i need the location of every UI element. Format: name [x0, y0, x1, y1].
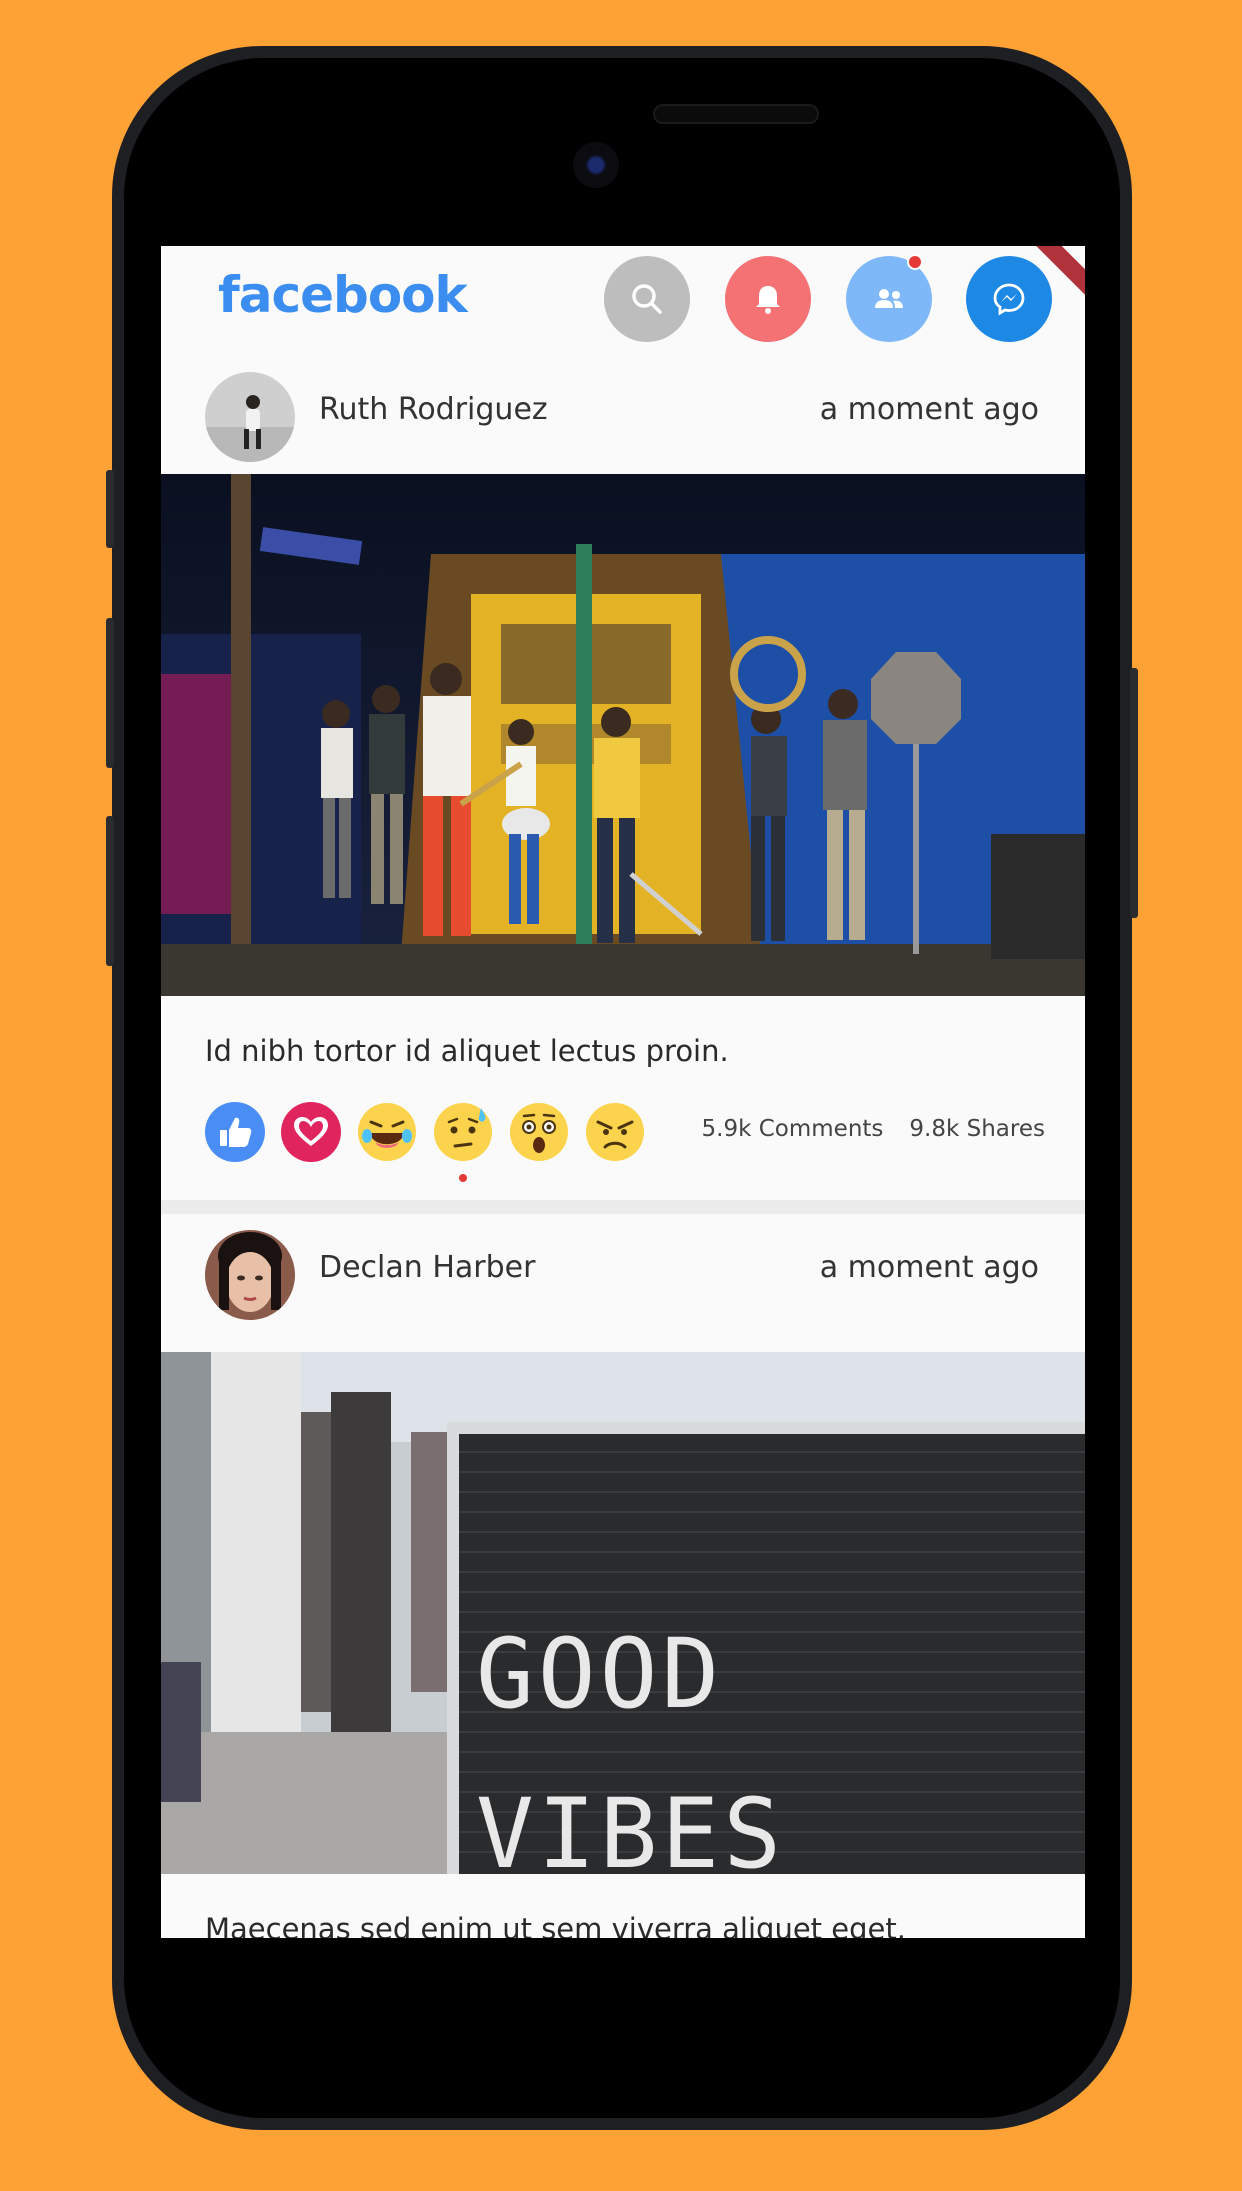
notifications-button[interactable]	[725, 256, 811, 342]
laugh-reaction[interactable]	[357, 1102, 417, 1162]
reactions-bar: 5.9k Comments 9.8k Shares	[205, 1102, 1045, 1182]
post-header: Declan Harber a moment ago	[161, 1214, 1085, 1326]
post-time: a moment ago	[819, 392, 1039, 427]
post-time: a moment ago	[819, 1250, 1039, 1285]
search-button[interactable]	[604, 256, 690, 342]
laugh-icon	[358, 1103, 416, 1161]
messenger-button[interactable]	[966, 256, 1052, 342]
board-text-good: GOOD	[476, 1618, 723, 1730]
post-photo-band[interactable]: GOOD VIBES	[161, 1352, 1085, 1874]
like-reaction[interactable]	[205, 1102, 265, 1162]
volume-up-button	[106, 470, 114, 548]
post-stats: 5.9k Comments 9.8k Shares	[676, 1116, 1045, 1142]
volume-up-button	[106, 618, 114, 768]
love-icon	[281, 1102, 341, 1162]
bell-icon	[756, 286, 780, 314]
facebook-logo: facebook	[218, 266, 468, 324]
comments-count[interactable]: 5.9k Comments	[702, 1116, 884, 1142]
messenger-icon	[993, 283, 1025, 316]
post-author[interactable]: Declan Harber	[319, 1250, 535, 1285]
volume-down-button	[106, 816, 114, 966]
avatar[interactable]	[205, 1230, 295, 1320]
post-header: Ruth Rodriguez a moment ago	[161, 356, 1085, 468]
front-camera	[573, 142, 619, 188]
post-caption: Id nibh tortor id aliquet lectus proin.	[205, 1034, 729, 1068]
app-bar: facebook	[161, 246, 1085, 356]
board-text-vibes: VIBES	[476, 1778, 785, 1874]
friends-button[interactable]	[846, 256, 932, 342]
post-author[interactable]: Ruth Rodriguez	[319, 392, 548, 427]
selected-reaction-indicator	[459, 1174, 467, 1182]
post-caption: Maecenas sed enim ut sem viverra aliquet…	[205, 1912, 906, 1938]
wow-icon	[510, 1103, 568, 1161]
people-icon	[875, 289, 903, 308]
sad-sweat-reaction[interactable]	[433, 1102, 493, 1162]
post-photo-band[interactable]	[161, 474, 1085, 996]
like-icon	[205, 1102, 265, 1162]
angry-icon	[586, 1103, 644, 1161]
app-screen: facebook Ruth Rodriguez a moment ago Id …	[161, 246, 1085, 1938]
power-button	[1130, 668, 1138, 918]
post-divider	[161, 1200, 1085, 1214]
wow-reaction[interactable]	[509, 1102, 569, 1162]
sad-sweat-icon	[434, 1103, 492, 1161]
angry-reaction[interactable]	[585, 1102, 645, 1162]
earpiece-speaker	[653, 104, 819, 124]
notification-badge	[907, 254, 923, 270]
avatar[interactable]	[205, 372, 295, 462]
search-icon	[632, 284, 662, 314]
love-reaction[interactable]	[281, 1102, 341, 1162]
shares-count[interactable]: 9.8k Shares	[909, 1116, 1045, 1142]
